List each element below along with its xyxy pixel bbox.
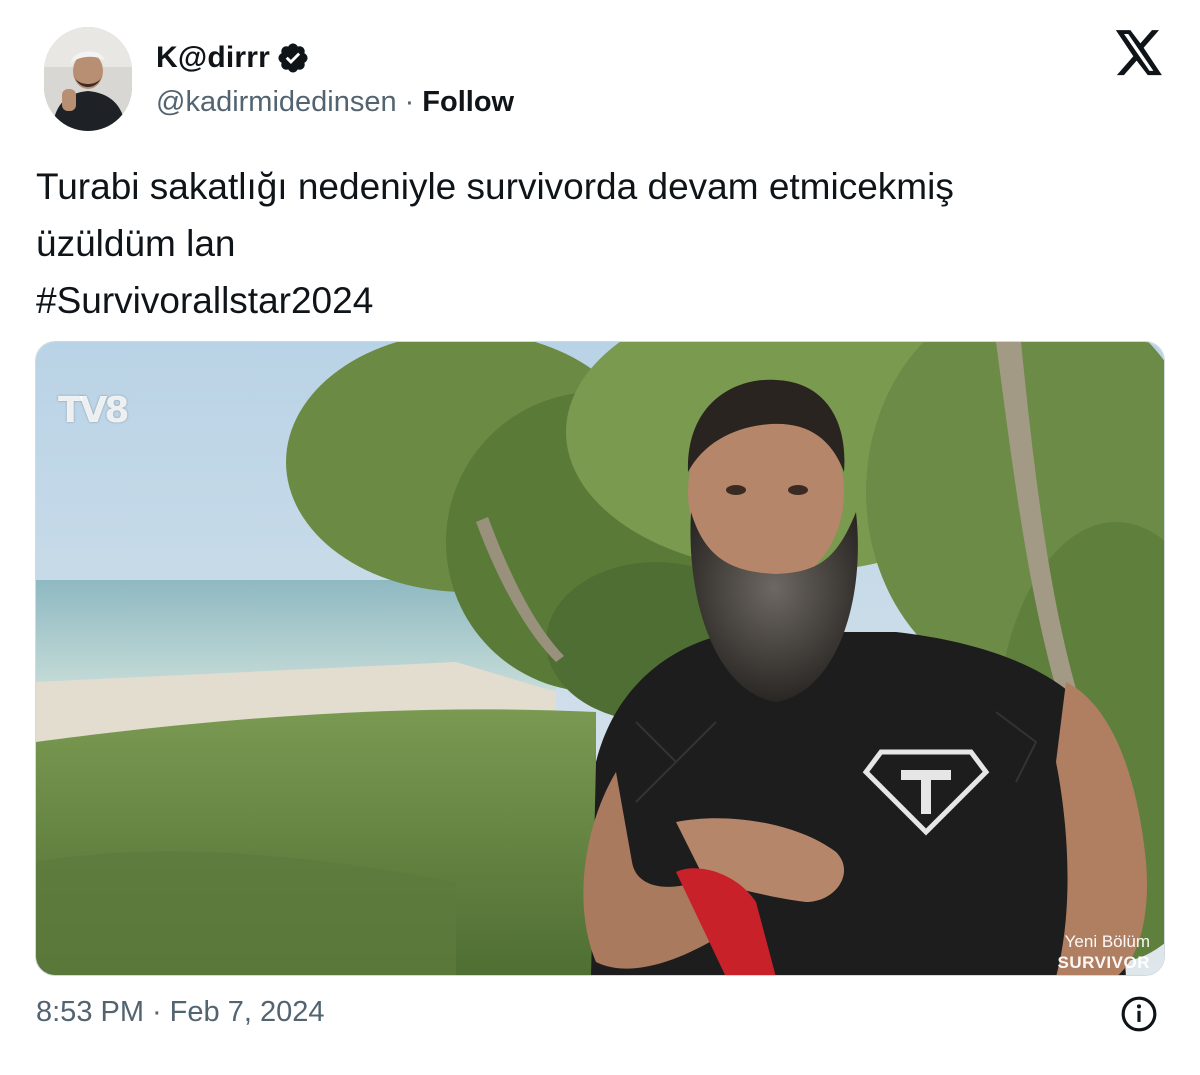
tweet-text: Turabi sakatlığı nedeniyle survivorda de… [36,158,1166,329]
verified-badge-icon [276,41,310,75]
author-handle-row: @kadirmidedinsen · Follow [156,82,514,122]
hashtag-link[interactable]: #Survivorallstar2024 [36,280,373,321]
tweet-media-image[interactable]: TV8 Yeni Bölüm SURVIVOR [35,341,1165,976]
media-overlay-brand: SURVIVOR [1057,953,1150,972]
info-icon[interactable] [1120,995,1158,1033]
timestamp-time: 8:53 PM [36,996,144,1028]
author-display-name[interactable]: K@dirrr [156,41,270,75]
tweet-timestamp[interactable]: 8:53 PM · Feb 7, 2024 [36,996,324,1029]
tweet-text-line: Turabi sakatlığı nedeniyle survivorda de… [36,166,954,207]
tweet-text-line: üzüldüm lan [36,223,236,264]
author-handle[interactable]: @kadirmidedinsen [156,86,397,119]
tweet-card: K@dirrr @kadirmidedinsen · Follow Turabi… [0,0,1200,1075]
separator-dot: · [404,85,415,118]
media-photo [36,342,1164,975]
author-name-row: K@dirrr [156,38,310,78]
timestamp-date: Feb 7, 2024 [169,996,325,1028]
tv8-watermark-logo: TV8 [58,390,129,431]
timestamp-separator: · [152,996,162,1028]
media-overlay-label: Yeni Bölüm [1064,932,1150,951]
avatar[interactable] [44,27,132,131]
follow-button[interactable]: Follow [422,86,514,119]
x-logo-icon[interactable] [1114,30,1164,76]
